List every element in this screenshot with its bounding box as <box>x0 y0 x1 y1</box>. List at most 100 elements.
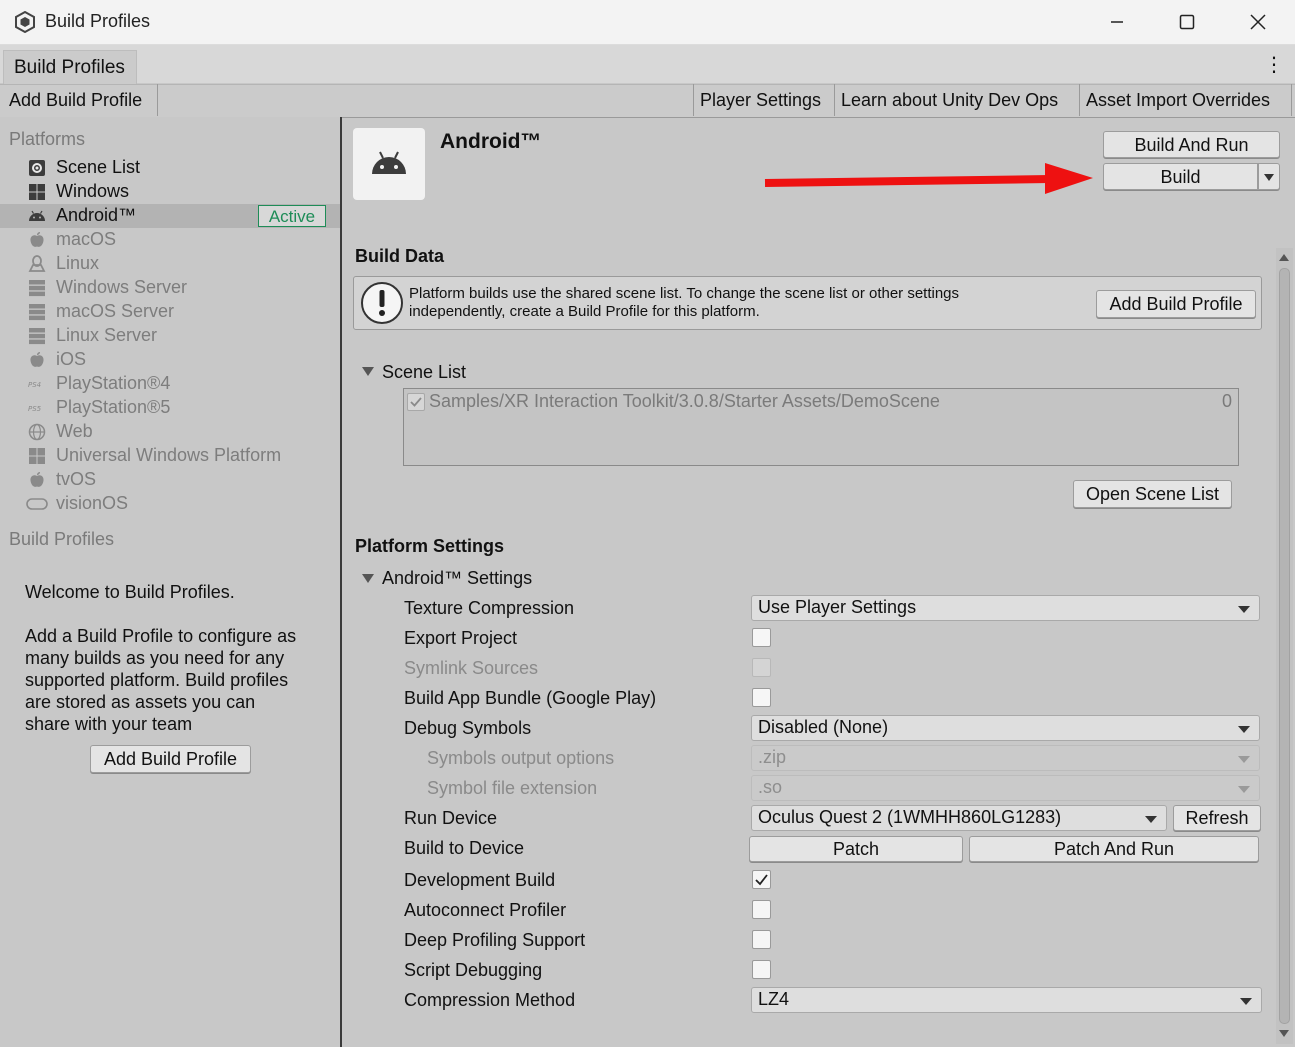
script-debugging-checkbox[interactable] <box>752 960 771 979</box>
sidebar-item-tvos[interactable]: tvOS <box>0 468 340 492</box>
learn-dev-ops-button[interactable]: Learn about Unity Dev Ops <box>835 84 1080 116</box>
sidebar-item-macos-server[interactable]: macOS Server <box>0 300 340 324</box>
minimize-button[interactable] <box>1082 0 1152 44</box>
svg-text:PS4: PS4 <box>28 381 41 389</box>
sidebar-item-label: visionOS <box>56 493 129 513</box>
patch-button[interactable]: Patch <box>749 836 963 862</box>
debug-symbols-dropdown[interactable]: Disabled (None) <box>751 715 1260 741</box>
compression-method-label: Compression Method <box>404 990 576 1010</box>
sidebar-item-linux-server[interactable]: Linux Server <box>0 324 340 348</box>
collapse-triangle-icon[interactable] <box>362 574 374 583</box>
apple-icon <box>30 352 44 367</box>
sidebar-item-label: macOS Server <box>56 301 175 321</box>
sidebar-item-scene-list[interactable]: Scene List <box>0 156 340 180</box>
run-device-dropdown[interactable]: Oculus Quest 2 (1WMHH860LG1283) <box>751 805 1167 831</box>
welcome-text: Welcome to Build Profiles. <box>25 582 235 602</box>
close-button[interactable] <box>1223 0 1293 44</box>
checkmark-icon <box>755 874 768 886</box>
sidebar-item-ios[interactable]: iOS <box>0 348 340 372</box>
refresh-button[interactable]: Refresh <box>1173 805 1261 831</box>
maximize-button[interactable] <box>1152 0 1222 44</box>
sidebar-item-label: Android™ <box>56 205 137 225</box>
export-project-label: Export Project <box>404 628 518 648</box>
autoconnect-profiler-checkbox[interactable] <box>752 900 771 919</box>
toolbar-add-build-profile-button[interactable]: Add Build Profile <box>3 84 158 116</box>
sidebar-item-linux[interactable]: Linux <box>0 252 340 276</box>
asset-import-overrides-button[interactable]: Asset Import Overrides <box>1080 84 1292 116</box>
description-line: Add a Build Profile to configure as <box>25 626 297 646</box>
maximize-icon <box>1179 14 1195 30</box>
help-text: Platform builds use the shared scene lis… <box>409 285 960 320</box>
sidebar-item-web[interactable]: Web <box>0 420 340 444</box>
open-scene-list-button[interactable]: Open Scene List <box>1073 480 1232 508</box>
more-options-icon[interactable]: ⋮ <box>1262 55 1286 79</box>
scrollbar-thumb[interactable] <box>1279 268 1290 1024</box>
deep-profiling-checkbox[interactable] <box>752 930 771 949</box>
dropdown-value: LZ4 <box>758 989 790 1009</box>
windows-icon <box>29 184 45 200</box>
add-build-profile-button[interactable]: Add Build Profile <box>1096 290 1256 318</box>
server-icon <box>29 304 45 321</box>
sidebar-item-playstation4[interactable]: PS4 PlayStation®4 <box>0 372 340 396</box>
symbols-output-label: Symbols output options <box>427 748 615 768</box>
sidebar-item-windows-server[interactable]: Windows Server <box>0 276 340 300</box>
apple-icon <box>30 232 44 247</box>
development-build-label: Development Build <box>404 870 556 890</box>
sidebar-item-label: iOS <box>56 349 87 369</box>
unity-logo-icon <box>15 11 35 33</box>
debug-symbols-label: Debug Symbols <box>404 718 532 738</box>
dropdown-value: Oculus Quest 2 (1WMHH860LG1283) <box>758 807 1062 827</box>
development-build-checkbox[interactable] <box>752 870 771 889</box>
active-badge: Active <box>258 205 326 227</box>
run-device-label: Run Device <box>404 808 498 828</box>
collapse-triangle-icon[interactable] <box>362 367 374 376</box>
sidebar-item-label: Scene List <box>56 157 141 177</box>
sidebar-item-macos[interactable]: macOS <box>0 228 340 252</box>
globe-icon <box>28 423 46 441</box>
sidebar-item-visionos[interactable]: visionOS <box>0 492 340 516</box>
texture-compression-label: Texture Compression <box>404 598 575 618</box>
deep-profiling-label: Deep Profiling Support <box>404 930 586 950</box>
chevron-down-icon <box>1238 726 1250 733</box>
platform-settings-header: Platform Settings <box>355 536 505 556</box>
build-button[interactable]: Build <box>1103 163 1258 190</box>
texture-compression-dropdown[interactable]: Use Player Settings <box>751 595 1260 621</box>
annotation-arrow-icon <box>764 163 1093 194</box>
chevron-down-icon <box>1264 174 1274 181</box>
sidebar-item-uwp[interactable]: Universal Windows Platform <box>0 444 340 468</box>
dropdown-value: Disabled (None) <box>758 717 889 737</box>
sidebar-add-build-profile-button[interactable]: Add Build Profile <box>90 745 251 773</box>
build-app-bundle-checkbox[interactable] <box>752 688 771 707</box>
export-project-checkbox[interactable] <box>752 628 771 647</box>
patch-and-run-button[interactable]: Patch And Run <box>969 836 1259 862</box>
scene-list-label: Scene List <box>382 362 467 382</box>
platform-icon-box <box>353 128 425 200</box>
script-debugging-label: Script Debugging <box>404 960 543 980</box>
sidebar-item-windows[interactable]: Windows <box>0 180 340 204</box>
chevron-down-icon <box>1240 998 1252 1005</box>
panel-divider[interactable] <box>340 117 342 1047</box>
scene-checkbox[interactable] <box>407 393 425 411</box>
build-options-dropdown[interactable] <box>1258 163 1280 190</box>
dropdown-value: .so <box>758 777 783 797</box>
sidebar-item-label: Windows <box>56 181 130 201</box>
scroll-up-icon[interactable] <box>1279 254 1289 261</box>
android-settings-label: Android™ Settings <box>382 568 533 588</box>
scroll-down-icon[interactable] <box>1279 1030 1289 1037</box>
dropdown-value: Use Player Settings <box>758 597 917 617</box>
description-line: are stored as assets you can <box>25 692 256 712</box>
sidebar-item-label: PlayStation®4 <box>56 373 171 393</box>
server-icon <box>29 280 45 297</box>
sidebar-item-label: tvOS <box>56 469 97 489</box>
scene-path: Samples/XR Interaction Toolkit/3.0.8/Sta… <box>429 391 940 411</box>
sidebar-item-label: PlayStation®5 <box>56 397 171 417</box>
platform-title: Android™ <box>440 130 542 153</box>
sidebar-item-label: Universal Windows Platform <box>56 445 282 465</box>
compression-method-dropdown[interactable]: LZ4 <box>751 987 1262 1013</box>
sidebar-item-playstation5[interactable]: PS5 PlayStation®5 <box>0 396 340 420</box>
build-and-run-button[interactable]: Build And Run <box>1103 131 1280 158</box>
player-settings-button[interactable]: Player Settings <box>693 84 835 116</box>
build-to-device-label: Build to Device <box>404 838 525 858</box>
scene-list-icon <box>29 160 45 176</box>
symbol-ext-dropdown: .so <box>751 775 1260 801</box>
